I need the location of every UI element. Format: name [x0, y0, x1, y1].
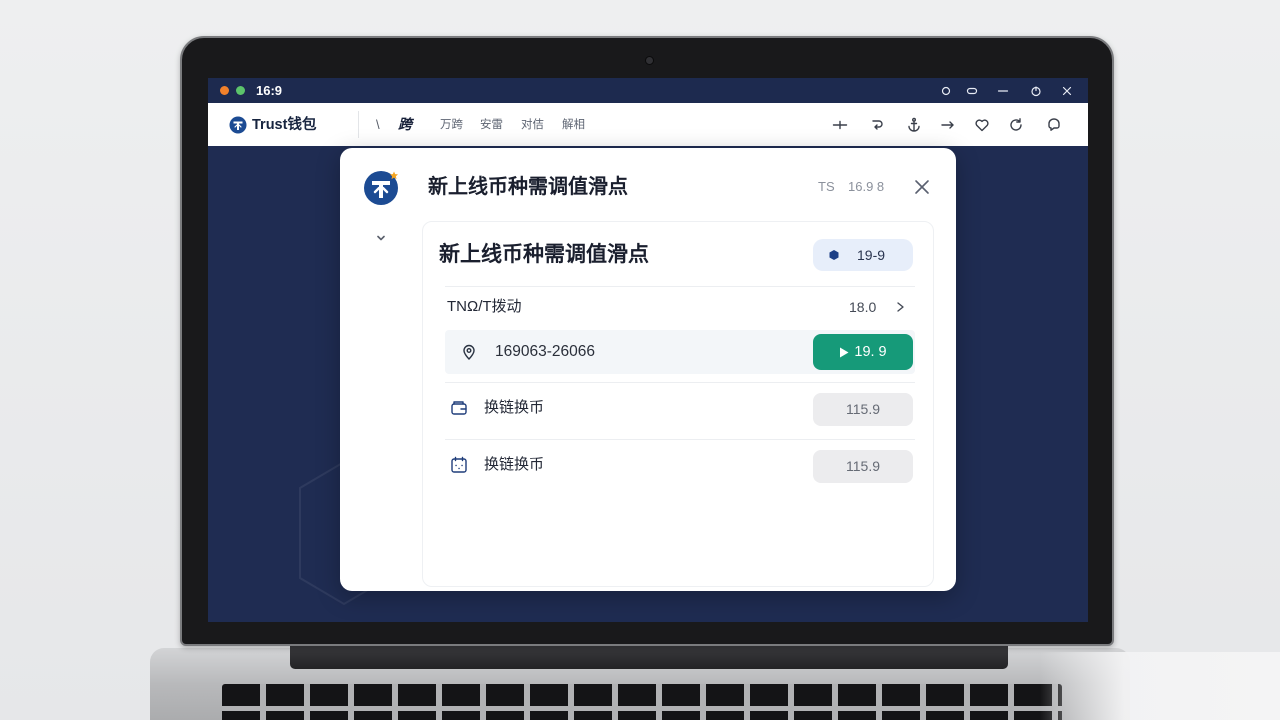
- window-title: 16:9: [256, 83, 283, 98]
- divider: [445, 286, 915, 287]
- circle-icon[interactable]: [940, 85, 952, 97]
- card-heading: 新上线币种需调值滑点: [439, 243, 649, 266]
- corner-fade: [1040, 652, 1280, 720]
- wallet-icon: [451, 401, 467, 415]
- heart-icon[interactable]: [974, 117, 990, 133]
- brand-name[interactable]: Trust钱包: [252, 116, 316, 134]
- trust-logo-icon[interactable]: [229, 116, 247, 134]
- row-value-pill[interactable]: 115.9: [813, 393, 913, 426]
- row-label[interactable]: 换链换币: [484, 456, 544, 474]
- title-bar: 16:9: [208, 78, 1088, 103]
- window-close-dot[interactable]: [219, 85, 229, 95]
- webcam: [646, 57, 653, 64]
- divider: [445, 382, 915, 383]
- tab-3[interactable]: 安雷: [480, 117, 503, 133]
- keyboard: [222, 684, 1062, 720]
- hexagon-icon: [829, 250, 839, 260]
- tab-4[interactable]: 对佶: [521, 117, 544, 133]
- top-nav: Trust钱包 \ 跨 万跨 安雷 对佶 解相: [208, 103, 1088, 146]
- pair-value: 18.0: [849, 299, 877, 315]
- chat-icon[interactable]: [1046, 117, 1062, 133]
- calendar-icon: [451, 456, 467, 473]
- meta-label: TS: [818, 179, 835, 194]
- laptop-hinge: [290, 645, 1008, 669]
- slippage-modal: 新上线币种需调值滑点 TS 16.9 8 新上线币种需调值滑点 19-9 TNΩ…: [340, 148, 956, 591]
- window-zoom-dot[interactable]: [235, 85, 245, 95]
- tab-active[interactable]: 跨: [398, 115, 412, 133]
- close-icon[interactable]: [1061, 85, 1073, 97]
- slippage-card: 新上线币种需调值滑点 19-9 TNΩ/T拨动 18.0 169063-2606…: [422, 221, 934, 587]
- nav-separator: \: [376, 117, 380, 132]
- tab-5[interactable]: 解相: [562, 117, 585, 133]
- meta-value: 16.9 8: [848, 179, 885, 194]
- pair-label: TNΩ/T拨动: [447, 298, 522, 315]
- row-label[interactable]: 换链换币: [484, 399, 544, 417]
- plus-icon[interactable]: [832, 117, 848, 133]
- play-button-label: 19. 9: [854, 344, 887, 360]
- pill-icon[interactable]: [966, 85, 978, 97]
- badge-value: 19-9: [857, 247, 886, 263]
- close-icon[interactable]: [914, 179, 930, 195]
- chevron-right-icon[interactable]: [895, 301, 907, 313]
- tab-2[interactable]: 万跨: [440, 117, 463, 133]
- arrow-right-icon[interactable]: [940, 117, 956, 133]
- settings-icon[interactable]: [1030, 85, 1042, 97]
- trust-logo-icon: [364, 171, 398, 205]
- app-window: 16:9 Trust钱包 \ 跨 万跨 安雷 对佶 解相 新上线币种需调值滑点 …: [208, 78, 1088, 622]
- minimize-icon[interactable]: [997, 85, 1009, 97]
- refresh-icon[interactable]: [1008, 117, 1024, 133]
- row-value-pill[interactable]: 115.9: [813, 450, 913, 483]
- play-icon: [840, 347, 849, 357]
- location-pin-icon: [463, 344, 475, 360]
- route-text: 169063-26066: [495, 343, 595, 360]
- divider: [445, 439, 915, 440]
- chevron-down-icon[interactable]: [375, 232, 387, 244]
- curl-arrow-icon[interactable]: [870, 117, 886, 133]
- play-button[interactable]: 19. 9: [813, 334, 913, 370]
- status-badge[interactable]: 19-9: [813, 239, 913, 271]
- anchor-icon[interactable]: [906, 117, 922, 133]
- nav-divider: [358, 111, 359, 138]
- modal-title: 新上线币种需调值滑点: [428, 176, 628, 198]
